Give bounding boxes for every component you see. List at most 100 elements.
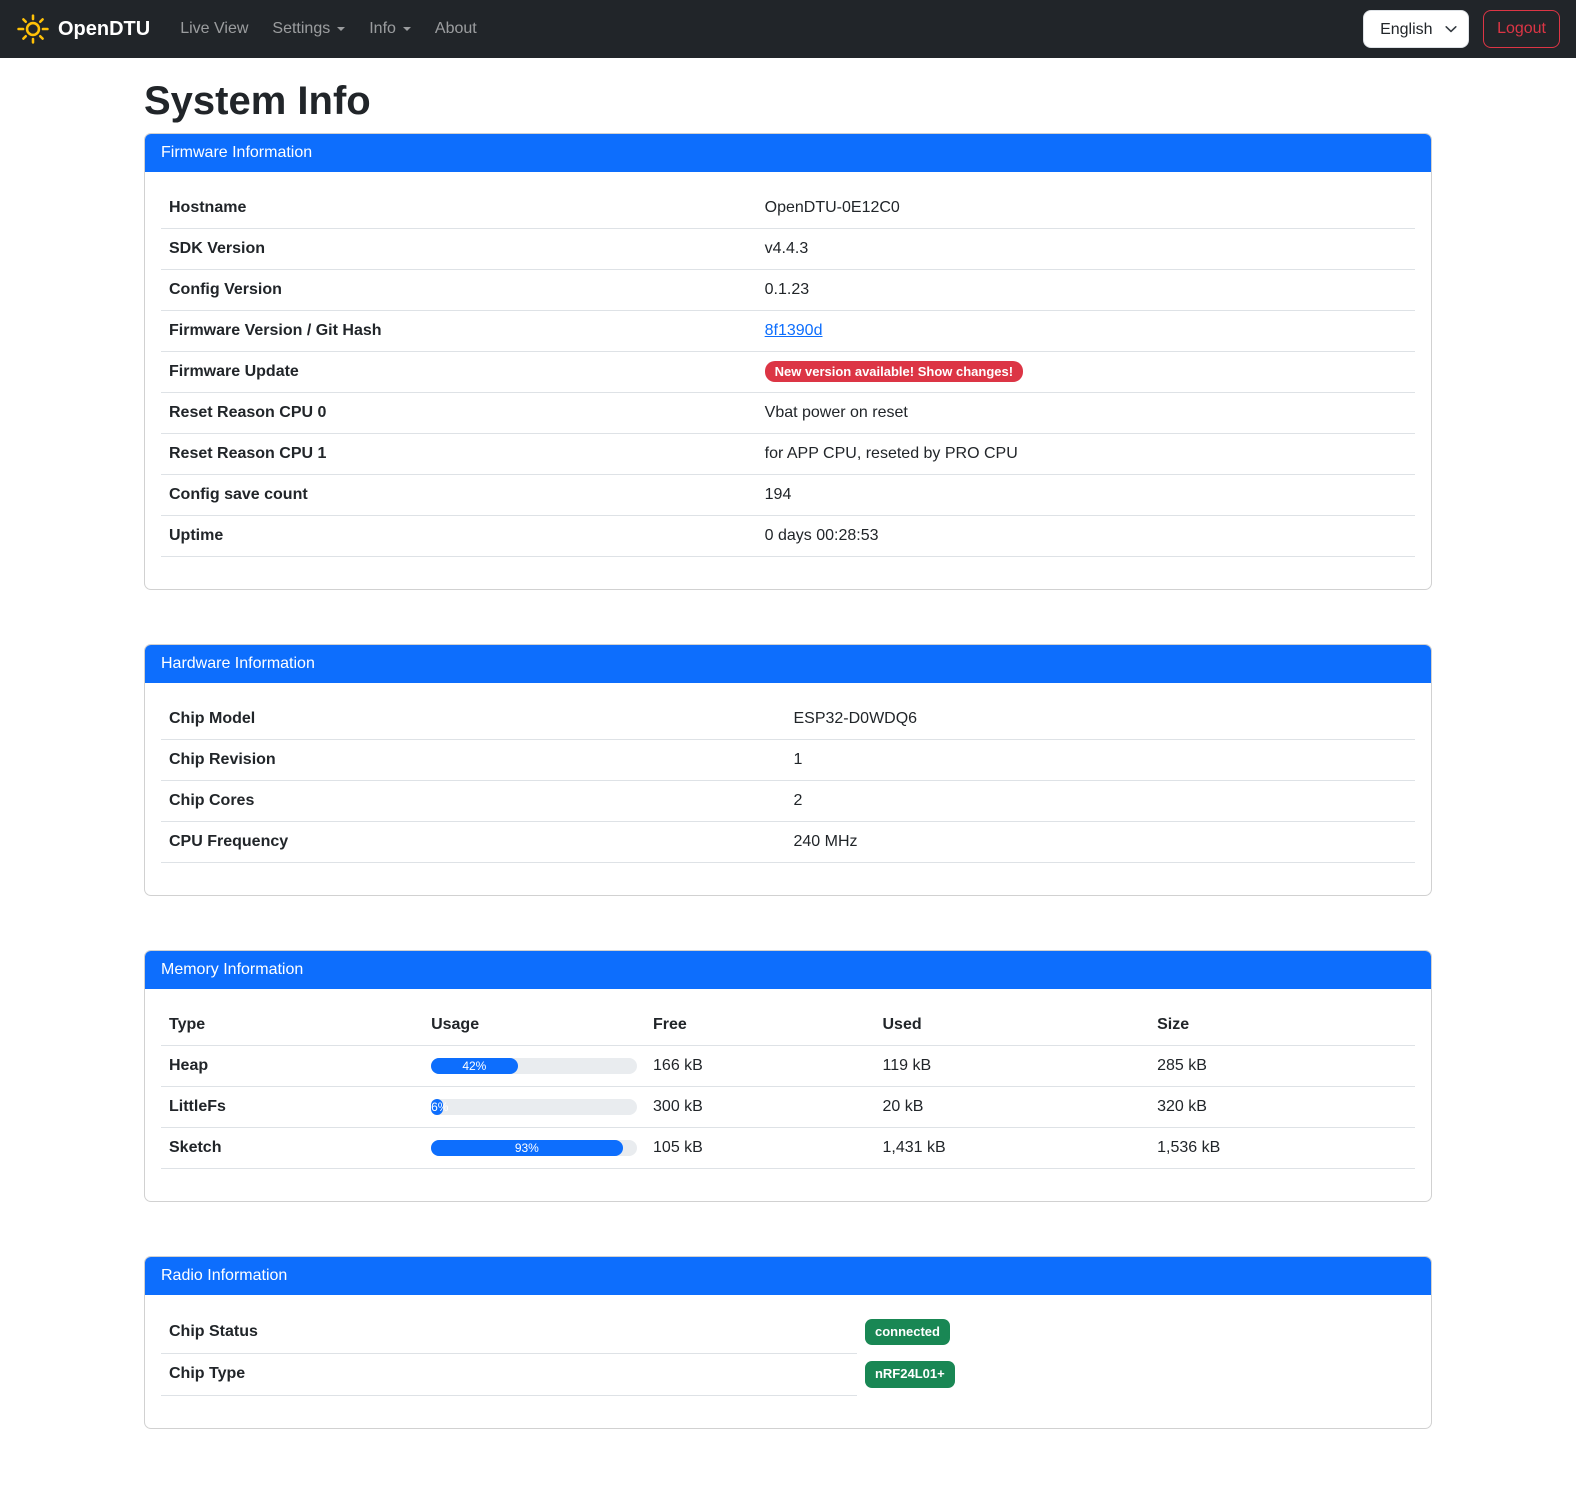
- row-label: Reset Reason CPU 0: [161, 393, 757, 434]
- row-label: Chip Model: [161, 699, 785, 740]
- row-label: Uptime: [161, 516, 757, 557]
- row-value: ESP32-D0WDQ6: [785, 699, 1415, 740]
- table-row: Reset Reason CPU 1 for APP CPU, reseted …: [161, 434, 1415, 475]
- nav-links: Live View Settings Info About: [168, 12, 489, 46]
- language-select-wrap: English: [1363, 10, 1469, 48]
- used-value: 1,431 kB: [875, 1128, 1150, 1169]
- table-row: Firmware Update New version available! S…: [161, 352, 1415, 393]
- table-row: Chip Cores 2: [161, 781, 1415, 822]
- used-value: 20 kB: [875, 1087, 1150, 1128]
- row-label: Firmware Version / Git Hash: [161, 311, 757, 352]
- column-header-free: Free: [645, 1005, 874, 1046]
- row-label: Heap: [161, 1046, 423, 1087]
- git-hash-link[interactable]: 8f1390d: [765, 322, 823, 339]
- memory-table: Type Usage Free Used Size Heap 42%: [161, 1005, 1415, 1169]
- size-value: 320 kB: [1149, 1087, 1415, 1128]
- table-row: Config Version 0.1.23: [161, 270, 1415, 311]
- firmware-update-badge[interactable]: New version available! Show changes!: [765, 361, 1023, 382]
- row-value: 194: [757, 475, 1415, 516]
- nav-item-label: Live View: [180, 20, 248, 38]
- row-label: Reset Reason CPU 1: [161, 434, 757, 475]
- nav-item-label: Info: [369, 20, 396, 38]
- caret-down-icon: [337, 27, 345, 31]
- row-value: New version available! Show changes!: [757, 352, 1415, 393]
- used-value: 119 kB: [875, 1046, 1150, 1087]
- nav-item-about[interactable]: About: [423, 12, 489, 46]
- firmware-card: Firmware Information Hostname OpenDTU-0E…: [144, 133, 1432, 590]
- table-row: CPU Frequency 240 MHz: [161, 822, 1415, 863]
- row-label: Chip Status: [161, 1311, 857, 1353]
- size-value: 1,536 kB: [1149, 1128, 1415, 1169]
- progress-fill: 93%: [431, 1140, 623, 1156]
- chip-type-badge: nRF24L01+: [865, 1361, 955, 1387]
- row-value: OpenDTU-0E12C0: [757, 188, 1415, 229]
- nav-item-info[interactable]: Info: [357, 12, 423, 46]
- column-header-type: Type: [161, 1005, 423, 1046]
- row-value: 0.1.23: [757, 270, 1415, 311]
- free-value: 300 kB: [645, 1087, 874, 1128]
- row-value: 8f1390d: [757, 311, 1415, 352]
- firmware-card-body: Hostname OpenDTU-0E12C0 SDK Version v4.4…: [145, 172, 1431, 589]
- progress-fill: 42%: [431, 1058, 518, 1074]
- usage-cell: 93%: [423, 1128, 645, 1169]
- table-row: Reset Reason CPU 0 Vbat power on reset: [161, 393, 1415, 434]
- table-row: Firmware Version / Git Hash 8f1390d: [161, 311, 1415, 352]
- row-label: Hostname: [161, 188, 757, 229]
- littlefs-progress-bar: 6%: [431, 1099, 637, 1115]
- main-content: System Info Firmware Information Hostnam…: [144, 77, 1432, 1429]
- sun-icon: [16, 12, 50, 46]
- row-value: 240 MHz: [785, 822, 1415, 863]
- row-label: Chip Revision: [161, 740, 785, 781]
- nav-item-label: Settings: [272, 20, 330, 38]
- row-label: LittleFs: [161, 1087, 423, 1128]
- table-row: Chip Model ESP32-D0WDQ6: [161, 699, 1415, 740]
- row-value: 2: [785, 781, 1415, 822]
- nav-item-settings[interactable]: Settings: [260, 12, 357, 46]
- free-value: 166 kB: [645, 1046, 874, 1087]
- row-label: Firmware Update: [161, 352, 757, 393]
- logout-button[interactable]: Logout: [1483, 10, 1560, 48]
- row-label: CPU Frequency: [161, 822, 785, 863]
- hardware-table: Chip Model ESP32-D0WDQ6 Chip Revision 1 …: [161, 699, 1415, 863]
- free-value: 105 kB: [645, 1128, 874, 1169]
- memory-card: Memory Information Type Usage Free Used …: [144, 950, 1432, 1202]
- memory-card-header: Memory Information: [145, 951, 1431, 989]
- navbar: OpenDTU Live View Settings Info About En…: [0, 0, 1576, 58]
- radio-card: Radio Information Chip Status connected …: [144, 1256, 1432, 1429]
- table-row: Chip Revision 1: [161, 740, 1415, 781]
- table-row: Heap 42% 166 kB 119 kB 285 kB: [161, 1046, 1415, 1087]
- sketch-progress-bar: 93%: [431, 1140, 637, 1156]
- row-label: Config Version: [161, 270, 757, 311]
- memory-card-body: Type Usage Free Used Size Heap 42%: [145, 989, 1431, 1201]
- row-value: Vbat power on reset: [757, 393, 1415, 434]
- table-row: Chip Status connected: [161, 1311, 1415, 1353]
- column-header-size: Size: [1149, 1005, 1415, 1046]
- table-row: Hostname OpenDTU-0E12C0: [161, 188, 1415, 229]
- row-value: 0 days 00:28:53: [757, 516, 1415, 557]
- row-value: for APP CPU, reseted by PRO CPU: [757, 434, 1415, 475]
- row-label: SDK Version: [161, 229, 757, 270]
- language-select[interactable]: English: [1363, 10, 1469, 48]
- row-label: Chip Cores: [161, 781, 785, 822]
- row-value: nRF24L01+: [857, 1353, 1415, 1395]
- table-row: Sketch 93% 105 kB 1,431 kB 1,536 kB: [161, 1128, 1415, 1169]
- row-value: 1: [785, 740, 1415, 781]
- hardware-card: Hardware Information Chip Model ESP32-D0…: [144, 644, 1432, 896]
- firmware-card-header: Firmware Information: [145, 134, 1431, 172]
- chip-status-badge: connected: [865, 1319, 950, 1345]
- nav-item-label: About: [435, 20, 477, 38]
- hardware-card-body: Chip Model ESP32-D0WDQ6 Chip Revision 1 …: [145, 683, 1431, 895]
- firmware-table: Hostname OpenDTU-0E12C0 SDK Version v4.4…: [161, 188, 1415, 557]
- brand-link[interactable]: OpenDTU: [16, 12, 150, 46]
- progress-fill: 6%: [431, 1099, 443, 1115]
- brand-label: OpenDTU: [58, 18, 150, 41]
- hardware-card-header: Hardware Information: [145, 645, 1431, 683]
- nav-item-live-view[interactable]: Live View: [168, 12, 260, 46]
- radio-card-header: Radio Information: [145, 1257, 1431, 1295]
- usage-cell: 42%: [423, 1046, 645, 1087]
- table-row: Chip Type nRF24L01+: [161, 1353, 1415, 1395]
- table-row: Uptime 0 days 00:28:53: [161, 516, 1415, 557]
- table-header-row: Type Usage Free Used Size: [161, 1005, 1415, 1046]
- table-row: SDK Version v4.4.3: [161, 229, 1415, 270]
- navbar-right: English Logout: [1363, 10, 1560, 48]
